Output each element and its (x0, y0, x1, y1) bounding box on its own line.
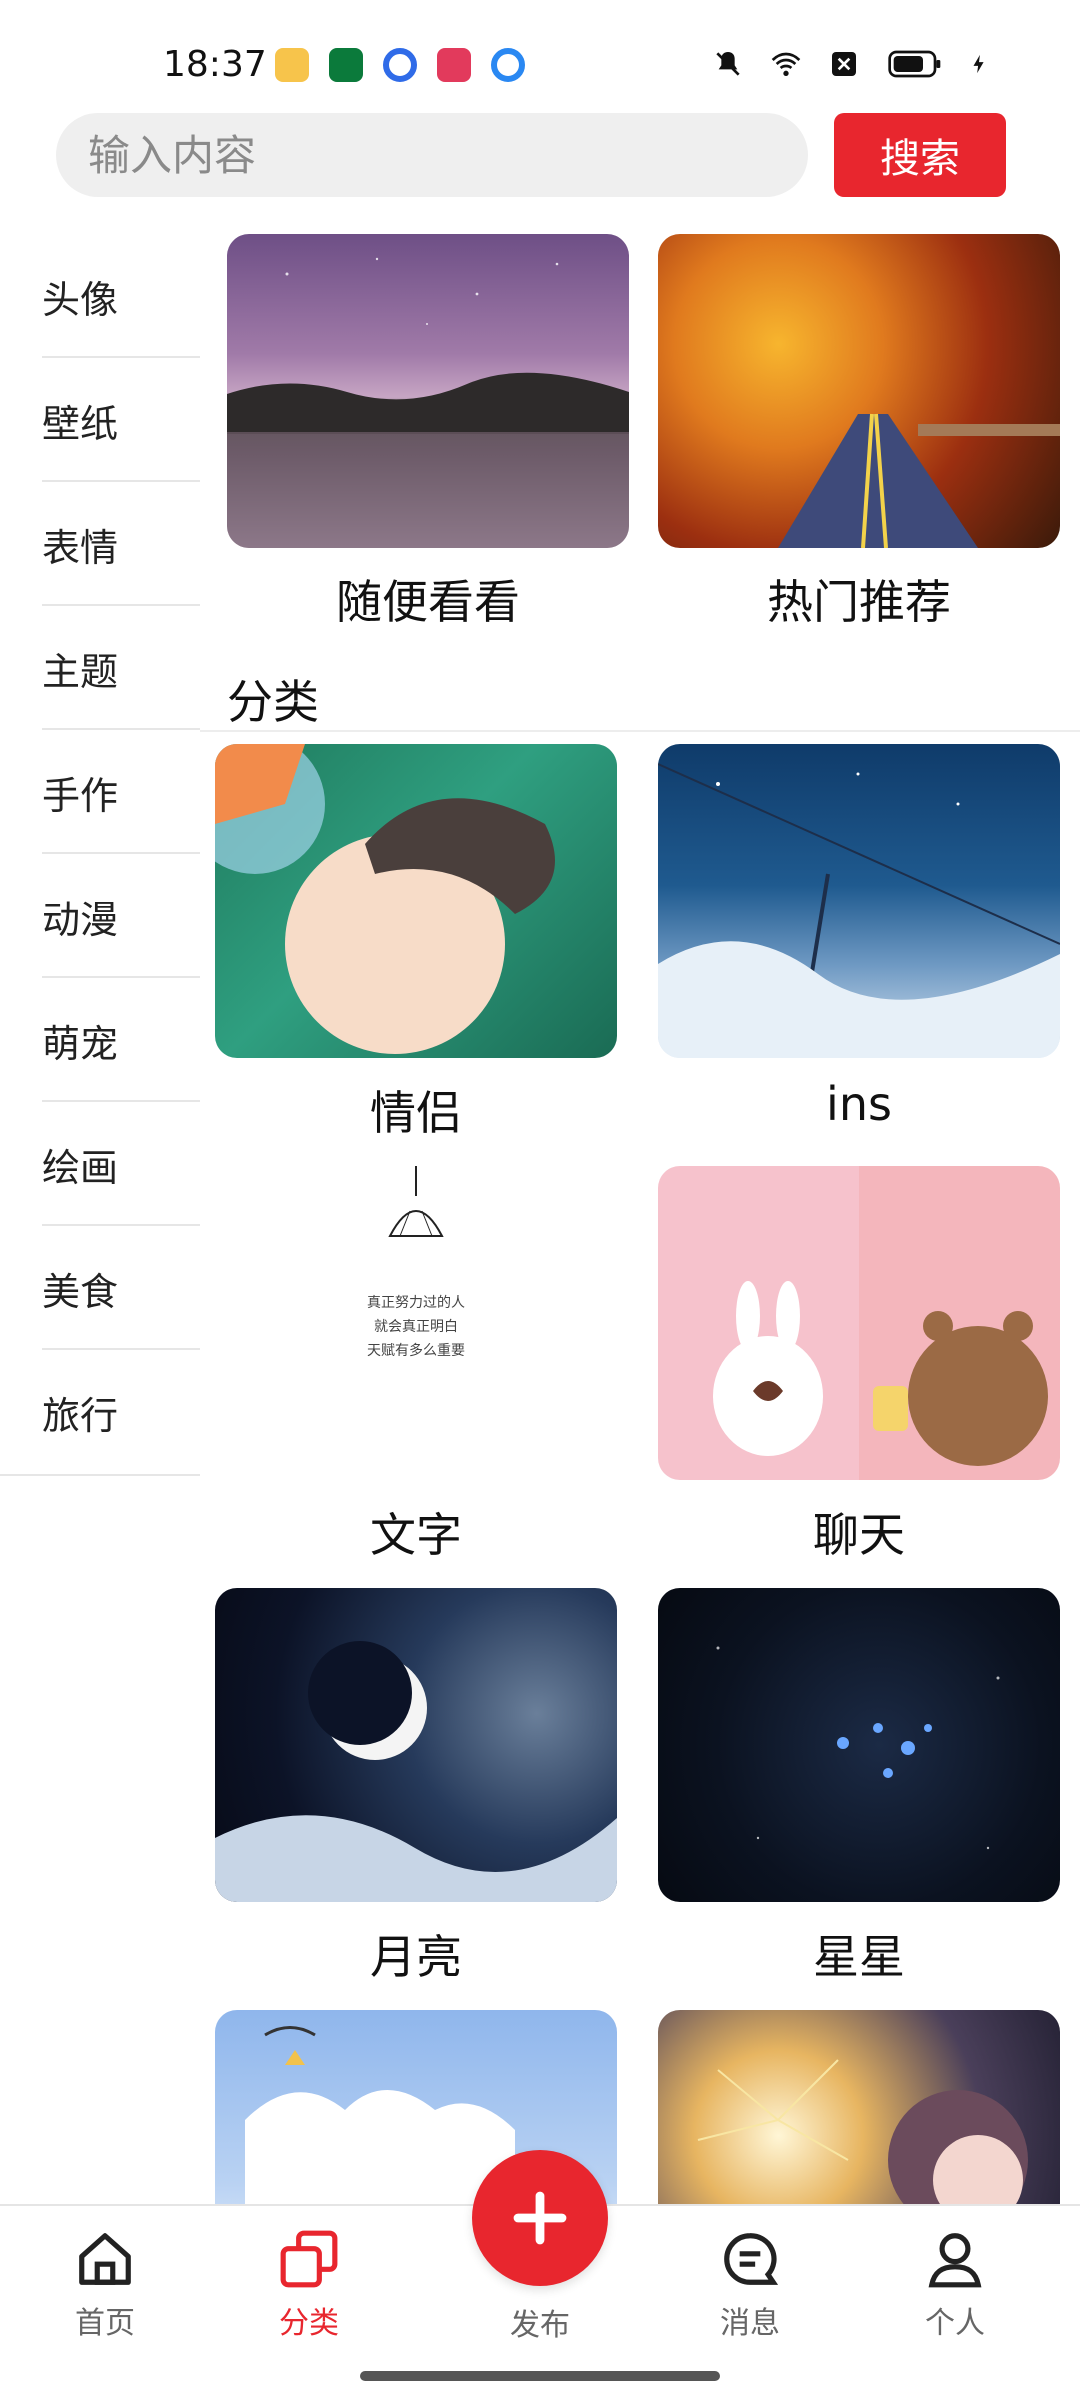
content-area: 随便看看 热门推荐 分类 情侣 ins 真正努力过的人 就会真正明白 天赋有多么… (200, 234, 1080, 2204)
category-label-couple[interactable]: 情侣 (215, 1077, 617, 1143)
sidebar-item-avatar[interactable]: 头像 (0, 234, 200, 358)
autumn-image-art (778, 413, 1060, 548)
nav-item-home[interactable]: 首页 (30, 2228, 180, 2358)
category-thumb-fireworks[interactable] (658, 2010, 1060, 2204)
nav-item-profile[interactable]: 个人 (880, 2228, 1030, 2358)
nav-label-messages: 消息 (720, 2306, 780, 2341)
status-bar: 18:37 (0, 0, 1080, 110)
profile-icon (928, 2233, 982, 2288)
category-thumb-text[interactable]: 真正努力过的人 就会真正明白 天赋有多么重要 (215, 1166, 617, 1480)
category-sidebar: 头像 壁纸 表情 主题 手作 动漫 萌宠 绘画 美食 旅行 (0, 234, 200, 1476)
category-thumb-ins[interactable] (658, 744, 1060, 1058)
fireworks-art (697, 2059, 1028, 2204)
nav-item-category[interactable]: 分类 (234, 2228, 384, 2358)
notification-icons (275, 48, 525, 82)
lake-image-art (227, 257, 629, 548)
sidebar-item-travel[interactable]: 旅行 (0, 1350, 200, 1474)
lamp-text-line-3: 天赋有多么重要 (367, 1343, 465, 1359)
category-label-text[interactable]: 文字 (215, 1499, 617, 1565)
system-icons (710, 48, 990, 80)
oppo-icon (329, 48, 363, 82)
nav-label-profile: 个人 (925, 2306, 985, 2341)
category-thumb-chat[interactable] (658, 1166, 1060, 1480)
home-icon (79, 2233, 131, 2285)
sidebar-item-food[interactable]: 美食 (0, 1226, 200, 1350)
search-input[interactable] (88, 113, 768, 197)
nav-item-messages[interactable]: 消息 (675, 2228, 825, 2358)
category-thumb-moon[interactable] (215, 1588, 617, 1902)
featured-thumb-random[interactable] (227, 234, 629, 548)
sim-x-icon (832, 52, 856, 76)
category-thumb-couple[interactable] (215, 744, 617, 1058)
category-label-star[interactable]: 星星 (658, 1921, 1060, 1987)
star-cluster-art (716, 1646, 1000, 1850)
sidebar-item-pets[interactable]: 萌宠 (0, 978, 200, 1102)
category-icon (280, 2230, 338, 2288)
category-label-moon[interactable]: 月亮 (215, 1921, 617, 1987)
sidebar-item-theme[interactable]: 主题 (0, 606, 200, 730)
power-lines-art (658, 763, 1060, 1058)
blue-dot-app-icon (383, 48, 417, 82)
category-label-ins[interactable]: ins (658, 1077, 1060, 1131)
featured-label-hot[interactable]: 热门推荐 (658, 566, 1060, 632)
section-title-categories: 分类 (227, 675, 319, 729)
category-label-chat[interactable]: 聊天 (658, 1499, 1060, 1565)
lamp-text-line-2: 就会真正明白 (374, 1319, 458, 1335)
search-box[interactable] (56, 113, 808, 197)
category-thumb-star[interactable] (658, 1588, 1060, 1902)
sidebar-item-painting[interactable]: 绘画 (0, 1102, 200, 1226)
nav-label-home: 首页 (75, 2306, 135, 2341)
search-button[interactable]: 搜索 (834, 113, 1006, 197)
publish-button[interactable] (472, 2150, 608, 2286)
publish-label: 发布 (510, 2308, 570, 2343)
anime-boy-art (215, 744, 555, 1054)
sidebar-item-wallpaper[interactable]: 壁纸 (0, 358, 200, 482)
sidebar-item-emoji[interactable]: 表情 (0, 482, 200, 606)
wifi-icon (771, 52, 801, 76)
sidebar-item-handmade[interactable]: 手作 (0, 730, 200, 854)
nav-label-category: 分类 (279, 2306, 339, 2341)
lamp-text-line-1: 真正努力过的人 (367, 1295, 465, 1311)
home-indicator[interactable] (360, 2371, 720, 2381)
video-play-icon (437, 48, 471, 82)
message-icon (724, 2233, 779, 2285)
section-divider (200, 730, 1080, 732)
weibo-icon (275, 48, 309, 82)
mute-bell-icon (716, 52, 740, 76)
moon-art (215, 1641, 617, 1902)
status-time: 18:37 (163, 44, 267, 85)
featured-thumb-hot[interactable] (658, 234, 1060, 548)
plus-icon (513, 2191, 567, 2245)
charging-bolt-icon (973, 54, 984, 74)
bunny-bear-art (713, 1281, 1048, 1466)
blue-dot-app-icon-2 (491, 48, 525, 82)
sidebar-item-anime[interactable]: 动漫 (0, 854, 200, 978)
featured-label-random[interactable]: 随便看看 (227, 566, 629, 632)
battery-icon (888, 50, 941, 78)
